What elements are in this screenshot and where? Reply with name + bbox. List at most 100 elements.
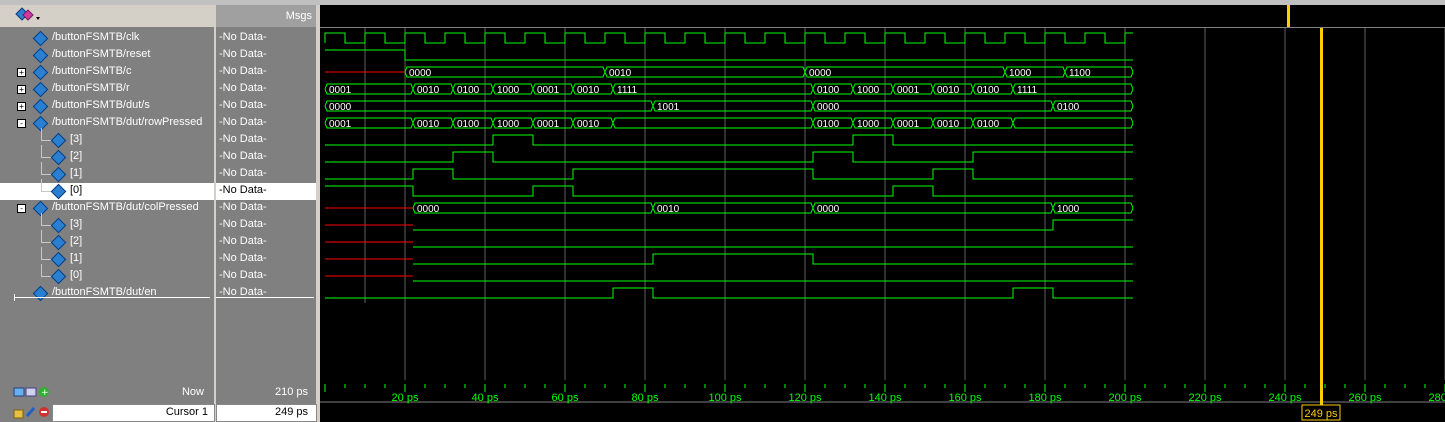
ruler-label: 120 ps bbox=[788, 392, 822, 404]
signal-row[interactable]: [3] bbox=[0, 128, 214, 149]
signal-diamond-icon bbox=[50, 217, 67, 234]
signal-value-row[interactable]: -No Data- bbox=[216, 234, 316, 251]
bus-wave-top bbox=[612, 117, 814, 124]
timeline-pane[interactable]: 20 ps 40 ps 60 ps 80 ps 100 ps 120 ps 140 ps 16… bbox=[320, 380, 1445, 422]
signal-value-row[interactable]: -No Data- bbox=[216, 115, 316, 132]
expand-icon[interactable]: + bbox=[17, 68, 26, 77]
wave-toolbar-icon[interactable] bbox=[14, 6, 54, 26]
signal-row[interactable]: [2] bbox=[0, 145, 214, 166]
collapse-icon[interactable]: - bbox=[17, 204, 26, 213]
bus-wave-top bbox=[1012, 117, 1134, 124]
signal-value: -No Data- bbox=[219, 31, 267, 43]
signal-value: -No Data- bbox=[219, 269, 267, 281]
expand-icon[interactable]: + bbox=[17, 85, 26, 94]
signal-row[interactable]: [1] bbox=[0, 162, 214, 183]
bus-wave-bottom bbox=[812, 105, 1054, 112]
end-of-list-divider bbox=[216, 297, 314, 298]
cursor-names-pane: + Now Cursor 1 bbox=[0, 380, 215, 422]
add-wave-icons[interactable]: + bbox=[12, 384, 52, 400]
signal-value-row[interactable]: -No Data- bbox=[216, 47, 316, 64]
bus-value-label: 0010 bbox=[937, 119, 960, 130]
bus-value-label: 1000 bbox=[857, 85, 880, 96]
bus-wave-bottom bbox=[604, 71, 806, 78]
signal-row[interactable]: [3] bbox=[0, 213, 214, 234]
signal-diamond-icon bbox=[50, 132, 67, 149]
signal-value-row[interactable]: -No Data- bbox=[216, 200, 316, 217]
ruler-label: 180 ps bbox=[1028, 392, 1062, 404]
signal-row[interactable]: [0] bbox=[0, 179, 214, 200]
signal-value-row[interactable]: -No Data- bbox=[216, 81, 316, 98]
bus-wave-top bbox=[604, 66, 806, 73]
bus-value-label: 0100 bbox=[977, 119, 1000, 130]
signal-value-row[interactable]: -No Data- bbox=[216, 285, 316, 302]
signal-value-row[interactable]: -No Data- bbox=[216, 149, 316, 166]
signal-diamond-icon bbox=[32, 47, 49, 64]
signal-value: -No Data- bbox=[219, 201, 267, 213]
signal-name: /buttonFSMTB/dut/rowPressed bbox=[52, 116, 203, 128]
svg-text:+: + bbox=[41, 388, 49, 398]
signal-row[interactable]: [1] bbox=[0, 247, 214, 268]
signal-row[interactable]: /buttonFSMTB/clk bbox=[0, 30, 214, 47]
bus-value-label: 0000 bbox=[329, 102, 352, 113]
signal-diamond-icon bbox=[50, 251, 67, 268]
bus-value-label: 0001 bbox=[897, 119, 920, 130]
bus-value-label: 0000 bbox=[409, 68, 432, 79]
signal-row[interactable]: /buttonFSMTB/dut/en bbox=[0, 285, 214, 302]
bus-wave-bottom bbox=[1012, 122, 1134, 129]
signal-row[interactable]: [0] bbox=[0, 264, 214, 285]
signal-value-row[interactable]: -No Data- bbox=[216, 132, 316, 149]
signal-value-row[interactable]: -No Data- bbox=[216, 30, 316, 47]
waveform-canvas[interactable]: 0000 0010 0000 1000 1100 0001 0010 0100 1000 0001… bbox=[320, 28, 1445, 380]
pane-divider-1[interactable] bbox=[214, 5, 216, 422]
signal-value-row[interactable]: -No Data- bbox=[216, 64, 316, 81]
pane-divider-2[interactable] bbox=[316, 5, 320, 422]
collapse-icon[interactable]: - bbox=[17, 119, 26, 128]
signal-value-row[interactable]: -No Data- bbox=[216, 217, 316, 234]
signal-row[interactable]: + /buttonFSMTB/c bbox=[0, 64, 214, 81]
timeline-ruler[interactable]: 20 ps 40 ps 60 ps 80 ps 100 ps 120 ps 140 ps 16… bbox=[320, 380, 1445, 422]
expand-icon[interactable]: + bbox=[17, 102, 26, 111]
signal-names-pane: /buttonFSMTB/clk/buttonFSMTB/reset + /butt… bbox=[0, 28, 214, 380]
signal-value-row[interactable]: -No Data- bbox=[216, 251, 316, 268]
bus-value-label: 0001 bbox=[329, 85, 352, 96]
waveform-pane[interactable]: 0000 0010 0000 1000 1100 0001 0010 0100 1000 0001… bbox=[320, 28, 1445, 380]
ruler-label: 220 ps bbox=[1188, 392, 1222, 404]
signal-value-row[interactable]: -No Data- bbox=[216, 268, 316, 285]
now-label: Now bbox=[181, 386, 204, 398]
signal-value-row[interactable]: -No Data- bbox=[216, 98, 316, 115]
signal-value: -No Data- bbox=[219, 65, 267, 77]
signal-diamond-icon bbox=[32, 285, 49, 302]
cursor-name-field[interactable]: Cursor 1 bbox=[52, 404, 215, 422]
signal-value: -No Data- bbox=[219, 218, 267, 230]
cursor-tools-icons[interactable] bbox=[12, 404, 52, 420]
bus-wave-top bbox=[404, 66, 606, 73]
signal-diamond-icon bbox=[32, 30, 49, 47]
signal-diamond-icon bbox=[50, 268, 67, 285]
bus-value-label: 0100 bbox=[977, 85, 1000, 96]
cursor-value-field[interactable]: 249 ps bbox=[216, 404, 317, 422]
bit-wave bbox=[325, 287, 1133, 299]
bus-value-label: 1001 bbox=[657, 102, 680, 113]
bus-value-label: 0000 bbox=[417, 204, 440, 215]
cursor-marker-top[interactable] bbox=[1287, 5, 1290, 27]
signal-row[interactable]: /buttonFSMTB/reset bbox=[0, 47, 214, 64]
bus-wave-bottom bbox=[612, 88, 814, 95]
signal-value: -No Data- bbox=[219, 133, 267, 145]
signal-value-row[interactable]: -No Data- bbox=[216, 183, 316, 200]
bus-value-label: 0100 bbox=[817, 85, 840, 96]
signal-row[interactable]: + /buttonFSMTB/r bbox=[0, 81, 214, 98]
bus-wave-bottom bbox=[612, 122, 814, 129]
bus-value-label: 0000 bbox=[817, 102, 840, 113]
signal-value-row[interactable]: -No Data- bbox=[216, 166, 316, 183]
signal-diamond-icon bbox=[50, 149, 67, 166]
signal-diamond-icon bbox=[50, 166, 67, 183]
signal-row[interactable]: [2] bbox=[0, 230, 214, 251]
signal-name: [2] bbox=[70, 150, 83, 162]
bus-value-label: 0010 bbox=[577, 119, 600, 130]
signal-row[interactable]: - /buttonFSMTB/dut/colPressed bbox=[0, 200, 214, 217]
signal-row[interactable]: + /buttonFSMTB/dut/s bbox=[0, 98, 214, 115]
bus-value-label: 1100 bbox=[1069, 68, 1091, 79]
signal-name: /buttonFSMTB/dut/colPressed bbox=[52, 201, 199, 213]
bus-value-label: 1111 bbox=[1017, 85, 1037, 96]
signal-row[interactable]: - /buttonFSMTB/dut/rowPressed bbox=[0, 115, 214, 132]
